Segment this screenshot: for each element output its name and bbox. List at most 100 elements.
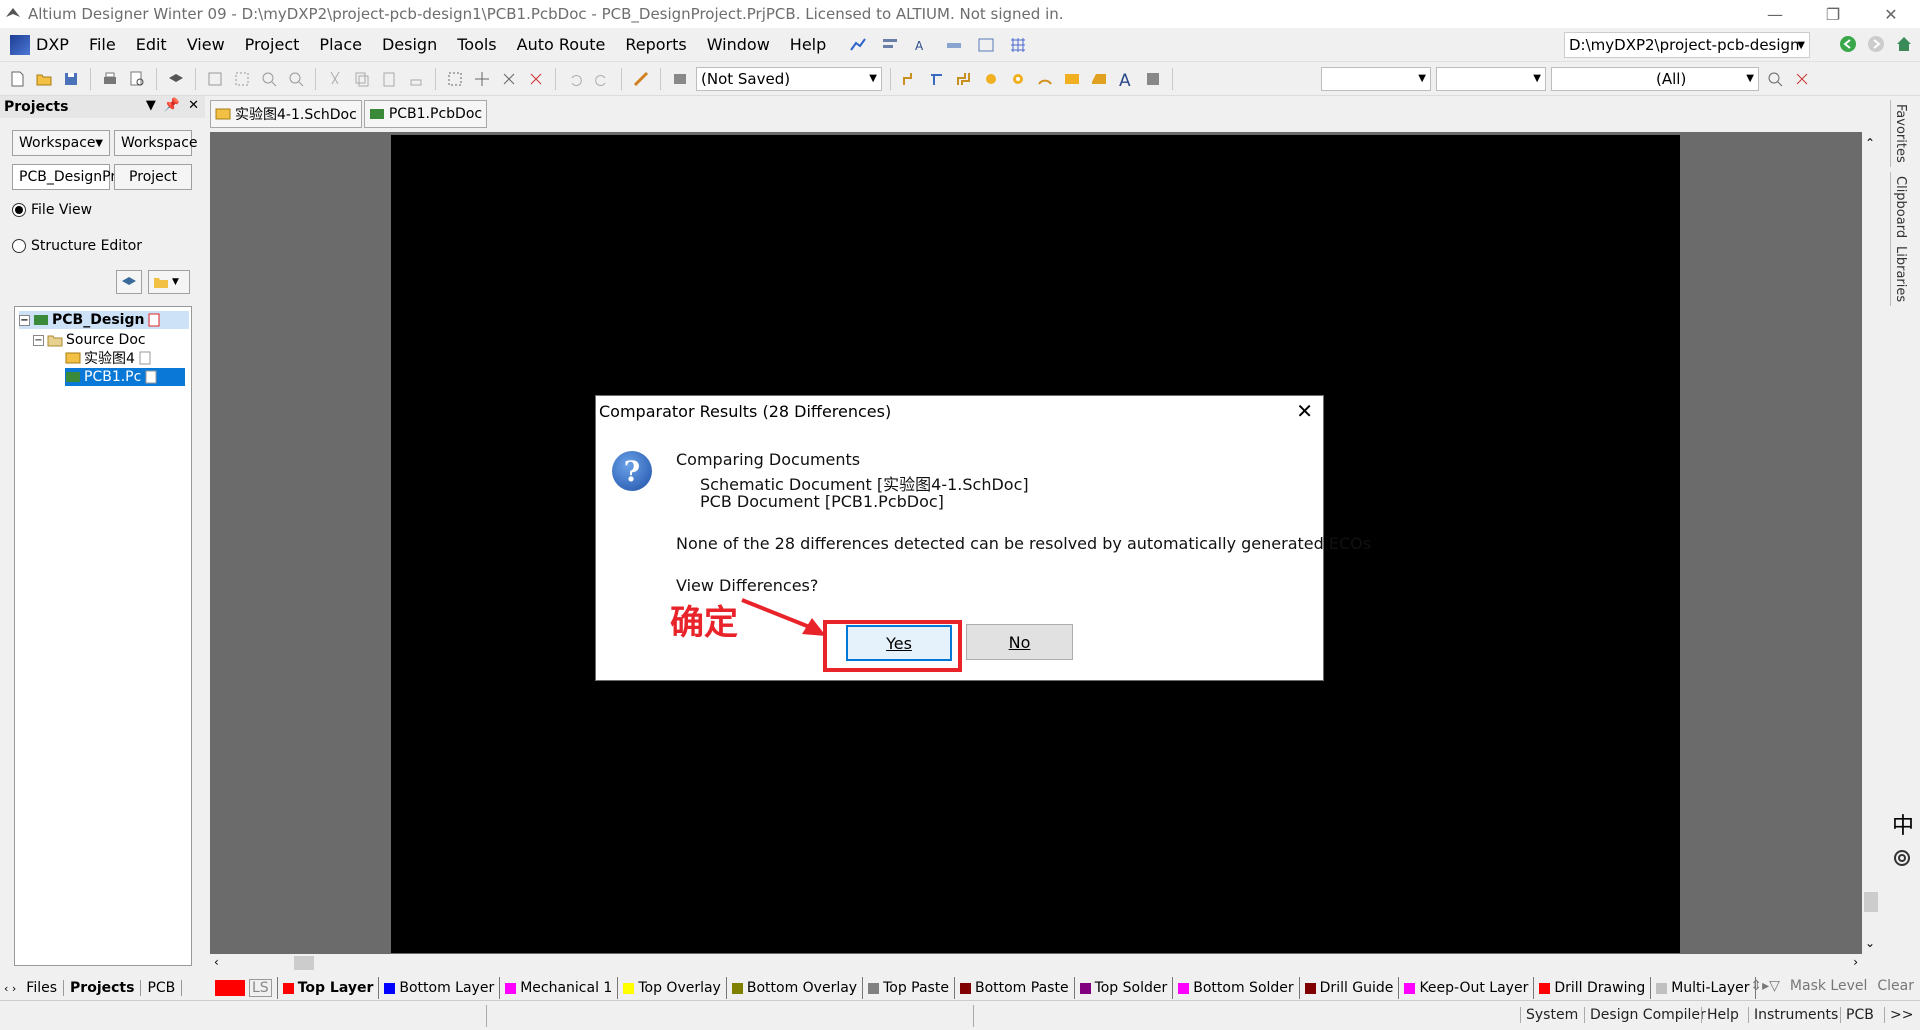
menu-dxp[interactable]: DXP: [0, 34, 79, 55]
zoom-icon[interactable]: [258, 68, 280, 90]
dialog-close-icon[interactable]: ✕: [1296, 399, 1313, 423]
menu-design[interactable]: Design: [372, 35, 447, 54]
print-icon[interactable]: [99, 68, 121, 90]
forward-icon[interactable]: [1866, 34, 1886, 58]
structure-editor-radio[interactable]: Structure Editor: [12, 238, 142, 254]
status-instruments[interactable]: Instruments: [1748, 1007, 1843, 1023]
tree-item-pcbdoc[interactable]: PCB1.Pc: [65, 368, 185, 386]
menu-tools[interactable]: Tools: [447, 35, 506, 54]
panel-tabs-scroll-icon[interactable]: ‹ ›: [0, 982, 20, 995]
status-system[interactable]: System: [1520, 1007, 1583, 1023]
copy-icon[interactable]: [351, 68, 373, 90]
file-view-radio[interactable]: File View: [12, 202, 92, 218]
collapse-icon[interactable]: −: [33, 334, 44, 346]
ime-language-indicator[interactable]: 中: [1892, 808, 1914, 840]
menu-edit[interactable]: Edit: [126, 35, 177, 54]
interactive-route-icon[interactable]: [899, 68, 921, 90]
layer-tab-bottom-paste[interactable]: Bottom Paste: [955, 977, 1075, 999]
clear-filter-icon[interactable]: [525, 68, 547, 90]
print-preview-icon[interactable]: [126, 68, 148, 90]
place-arc-icon[interactable]: [1034, 68, 1056, 90]
grid-icon[interactable]: [1008, 35, 1028, 55]
menu-reports[interactable]: Reports: [615, 35, 696, 54]
route-diff-pair-icon[interactable]: [926, 68, 948, 90]
settings-gear-icon[interactable]: [1890, 846, 1914, 874]
side-tab-favorites[interactable]: Favorites: [1890, 100, 1910, 167]
scroll-thumb[interactable]: [1864, 892, 1878, 912]
clear-button[interactable]: Clear: [1877, 978, 1914, 994]
no-button[interactable]: No: [966, 624, 1073, 660]
align-icon[interactable]: [880, 35, 900, 55]
undo-icon[interactable]: [564, 68, 586, 90]
tab-pcbdoc[interactable]: PCB1.PcbDoc: [363, 100, 488, 128]
layer-tab-ls[interactable]: LS: [210, 977, 278, 999]
menu-help[interactable]: Help: [780, 35, 836, 54]
apply-filter-icon[interactable]: [1764, 68, 1786, 90]
compile-button[interactable]: [116, 270, 142, 294]
cut-icon[interactable]: [324, 68, 346, 90]
layer-tab-bottom-overlay[interactable]: Bottom Overlay: [727, 977, 864, 999]
status-help[interactable]: Help: [1701, 1007, 1744, 1023]
restore-button[interactable]: ❐: [1804, 0, 1862, 28]
menu-auto-route[interactable]: Auto Route: [507, 35, 616, 54]
window-icon[interactable]: [976, 35, 996, 55]
home-icon[interactable]: [1894, 34, 1914, 58]
close-panel-icon[interactable]: ✕: [188, 98, 199, 113]
chart-icon[interactable]: [848, 35, 868, 55]
place-component-icon[interactable]: [1142, 68, 1164, 90]
collapse-icon[interactable]: −: [19, 314, 30, 326]
layer-tab-bottom-layer[interactable]: Bottom Layer: [379, 977, 501, 999]
side-tab-clipboard[interactable]: Clipboard: [1890, 172, 1910, 243]
select-area-icon[interactable]: [444, 68, 466, 90]
text-tool-icon[interactable]: A: [912, 35, 932, 55]
layer-stack-icon[interactable]: [165, 68, 187, 90]
rubber-stamp-icon[interactable]: [405, 68, 427, 90]
menu-project[interactable]: Project: [235, 35, 310, 54]
project-field[interactable]: PCB_DesignPr: [12, 164, 116, 190]
status-design-compiler[interactable]: Design Compiler: [1584, 1007, 1711, 1023]
save-icon[interactable]: [60, 68, 82, 90]
layer-tab-top-layer[interactable]: Top Layer: [278, 977, 380, 999]
browse-components-icon[interactable]: [669, 68, 691, 90]
layer-tab-bottom-solder[interactable]: Bottom Solder: [1173, 977, 1300, 999]
open-folder-icon[interactable]: [33, 68, 55, 90]
menu-window[interactable]: Window: [697, 35, 780, 54]
ruler-icon[interactable]: [944, 35, 964, 55]
panel-tab-projects[interactable]: Projects: [64, 980, 142, 996]
net-combo[interactable]: ▼: [1436, 66, 1546, 91]
tree-item-project[interactable]: − PCB_Design: [19, 311, 189, 329]
layer-tab-multi-layer[interactable]: Multi-Layer: [1651, 977, 1756, 999]
layer-tab-mechanical-1[interactable]: Mechanical 1: [500, 977, 619, 999]
menu-place[interactable]: Place: [309, 35, 372, 54]
new-doc-icon[interactable]: [6, 68, 28, 90]
redo-icon[interactable]: [591, 68, 613, 90]
place-via-icon[interactable]: [980, 68, 1002, 90]
layer-tab-top-paste[interactable]: Top Paste: [863, 977, 955, 999]
panel-menu-icon[interactable]: ▼: [146, 98, 156, 113]
layer-tab-top-solder[interactable]: Top Solder: [1075, 977, 1174, 999]
status-pcb[interactable]: PCB: [1840, 1007, 1879, 1023]
tree-item-source-docs[interactable]: − Source Doc: [33, 331, 146, 349]
tab-schdoc[interactable]: 实验图4-1.SchDoc: [210, 100, 362, 128]
zoom-fit-icon[interactable]: [204, 68, 226, 90]
mask-level-button[interactable]: Mask Level: [1790, 978, 1867, 994]
zoom-area-icon[interactable]: [231, 68, 253, 90]
project-options-button[interactable]: ▼: [148, 270, 190, 294]
place-polygon-icon[interactable]: [1088, 68, 1110, 90]
project-button[interactable]: Project: [114, 164, 192, 190]
side-tab-libraries[interactable]: Libraries: [1890, 242, 1910, 307]
layer-tab-drill-drawing[interactable]: Drill Drawing: [1534, 977, 1652, 999]
pin-icon[interactable]: 📌: [164, 98, 180, 113]
status-more[interactable]: >>: [1884, 1007, 1918, 1023]
deselect-icon[interactable]: [498, 68, 520, 90]
menu-file[interactable]: File: [79, 35, 126, 54]
clear-filter-button-icon[interactable]: [1791, 68, 1813, 90]
back-icon[interactable]: [1838, 34, 1858, 58]
close-window-button[interactable]: ✕: [1862, 0, 1920, 28]
class-combo[interactable]: ▼: [1321, 66, 1431, 91]
scroll-right-icon[interactable]: ›: [1853, 955, 1858, 969]
menu-view[interactable]: View: [177, 35, 235, 54]
minimize-button[interactable]: —: [1746, 0, 1804, 28]
place-string-icon[interactable]: A: [1115, 68, 1137, 90]
scroll-thumb-h[interactable]: [294, 956, 314, 970]
